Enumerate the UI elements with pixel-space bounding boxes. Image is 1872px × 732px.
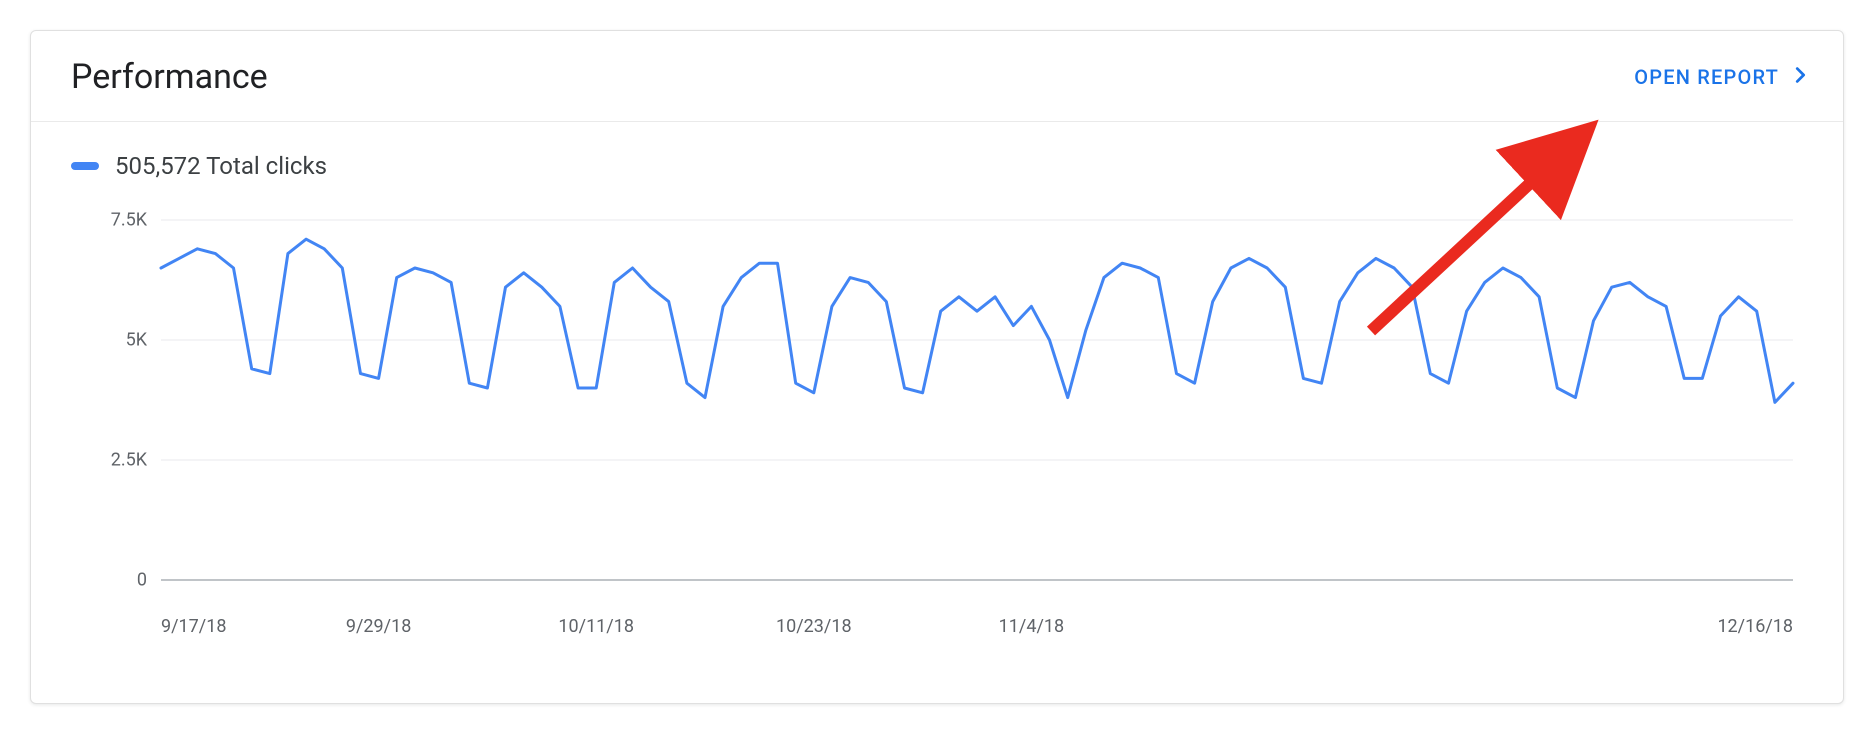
x-tick-label: 10/23/18 <box>776 616 852 637</box>
performance-card: Performance OPEN REPORT 505,572 Total cl… <box>30 30 1844 704</box>
open-report-label: OPEN REPORT <box>1634 65 1779 89</box>
x-tick-label: 9/29/18 <box>346 616 411 637</box>
card-header: Performance OPEN REPORT <box>31 31 1843 122</box>
open-report-button[interactable]: OPEN REPORT <box>1634 64 1811 91</box>
chart-legend: 505,572 Total clicks <box>31 122 1843 190</box>
x-axis-ticks: 9/17/18 9/29/18 10/11/18 10/23/18 11/4/18 12/… <box>71 616 1803 644</box>
chart-area: 02.5K5K7.5K <box>71 210 1803 610</box>
chevron-right-icon <box>1789 64 1811 91</box>
card-title: Performance <box>71 57 268 97</box>
x-tick-label: 10/11/18 <box>558 616 634 637</box>
legend-swatch <box>71 162 99 170</box>
x-tick-label: 9/17/18 <box>161 616 226 637</box>
line-chart-svg <box>71 210 1803 610</box>
x-tick-label: 12/16/18 <box>1717 616 1793 637</box>
x-tick-label: 11/4/18 <box>999 616 1064 637</box>
legend-label: 505,572 Total clicks <box>115 152 327 180</box>
